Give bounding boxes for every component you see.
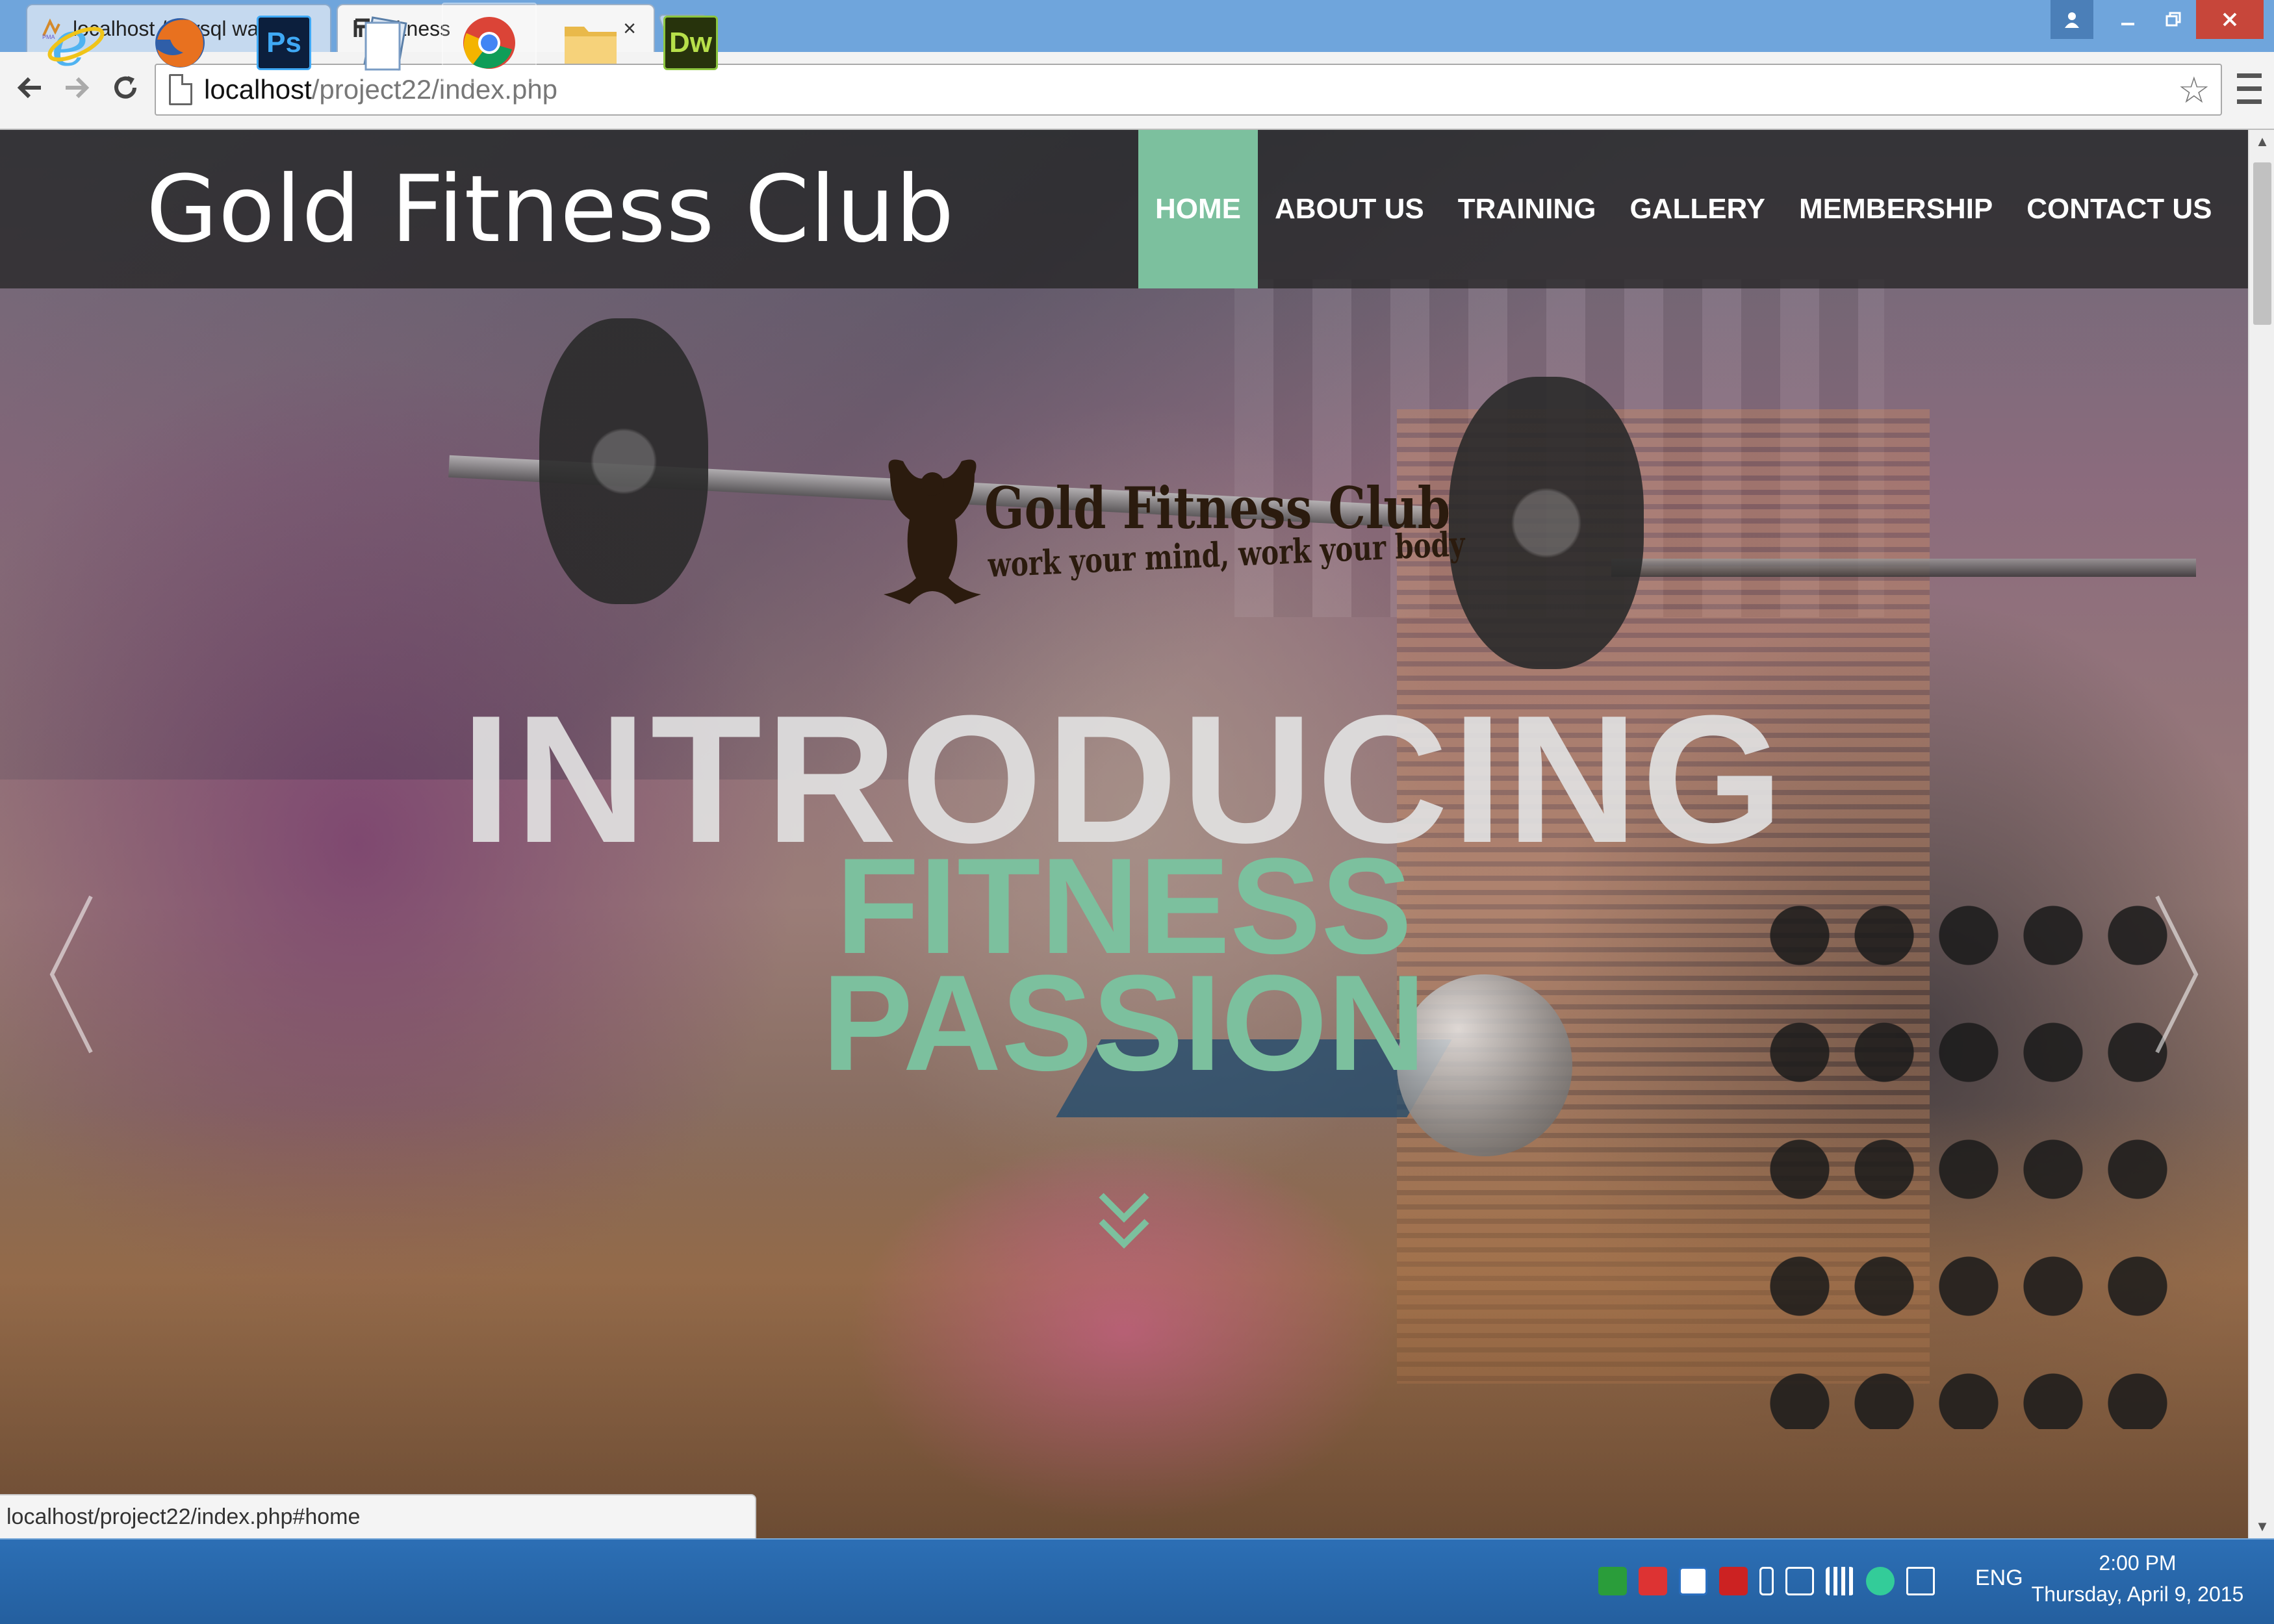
hero-barbell-right [1611,559,2196,577]
tray-app-icon[interactable] [1598,1567,1627,1595]
language-indicator[interactable]: ENG [1975,1566,2023,1591]
system-tray [1598,1538,1935,1624]
taskbar-photoshop[interactable]: Ps [236,3,331,83]
chrome-menu-button[interactable] [2232,69,2266,108]
site-header: Gold Fitness Club HOME ABOUT US TRAINING… [0,130,2248,288]
internet-explorer-icon: e [47,12,105,74]
scroll-down-arrow-icon[interactable]: ▼ [2249,1515,2274,1538]
taskbar-clock[interactable]: 2:00 PM Thursday, April 9, 2015 [2027,1547,2248,1610]
vertical-scrollbar[interactable]: ▲ ▼ [2248,130,2274,1538]
hero-subtitle-line2: PASSION [822,946,1426,1099]
flag-icon[interactable] [1785,1567,1814,1595]
status-bar-url: localhost/project22/index.php#home [0,1494,756,1538]
close-icon [2223,12,2237,27]
page-viewport: Gold Fitness Club HOME ABOUT US TRAINING… [0,130,2248,1538]
folder-icon [565,27,617,64]
hero-weight-plate [539,318,708,604]
clock-time: 2:00 PM [2099,1551,2177,1575]
tray-acrobat-icon[interactable] [1639,1567,1667,1595]
site-nav: HOME ABOUT US TRAINING GALLERY MEMBERSHI… [1138,130,2229,288]
restore-icon [2165,12,2181,27]
restore-button[interactable] [2152,0,2195,39]
scroll-up-arrow-icon[interactable]: ▲ [2249,130,2274,153]
nav-gallery[interactable]: GALLERY [1613,130,1782,288]
nav-membership[interactable]: MEMBERSHIP [1782,130,2010,288]
dreamweaver-icon: Dw [663,16,718,70]
menu-bar [2237,99,2262,104]
scroll-down-chevron-icon[interactable] [1092,1189,1156,1260]
battery-icon[interactable] [1759,1567,1774,1595]
user-icon [2065,12,2079,28]
hero-weight-plate [1449,377,1644,669]
nav-training[interactable]: TRAINING [1441,130,1613,288]
taskbar-notepad[interactable] [338,3,433,83]
taskbar-chrome[interactable] [442,3,537,83]
signal-icon[interactable] [1826,1567,1854,1595]
screen: PMA localhost / mysql wampse × Fitness × [0,0,2274,1624]
menu-bar [2237,86,2262,91]
bodybuilder-logo-icon [884,459,981,604]
chrome-icon [463,17,515,69]
firefox-icon [155,18,205,68]
close-window-button[interactable] [2196,0,2264,39]
nav-home[interactable]: HOME [1138,130,1258,288]
photoshop-icon: Ps [257,16,311,70]
nav-contact-us[interactable]: CONTACT US [2010,130,2229,288]
nav-about-us[interactable]: ABOUT US [1258,130,1441,288]
clock-date: Thursday, April 9, 2015 [2031,1582,2244,1606]
notepad-icon [363,16,407,71]
user-profile-button[interactable] [2050,0,2093,39]
tray-adobe-icon[interactable] [1719,1567,1748,1595]
carousel-next-chevron-icon[interactable] [2144,890,2209,1059]
volume-muted-icon[interactable] [1906,1567,1935,1595]
update-icon[interactable] [1866,1567,1895,1595]
minimize-button[interactable] [2105,0,2151,39]
taskbar-dreamweaver[interactable]: Dw [643,3,738,83]
taskbar-firefox[interactable] [133,3,227,83]
tray-network-icon[interactable] [1679,1567,1707,1595]
menu-bar [2237,73,2262,78]
taskbar-internet-explorer[interactable]: e [29,3,123,83]
bookmark-star-icon[interactable]: ☆ [2178,69,2210,112]
taskbar-file-explorer[interactable] [543,3,638,83]
minimize-icon [2121,23,2134,25]
scrollbar-thumb[interactable] [2253,162,2271,325]
carousel-prev-chevron-icon[interactable] [39,890,104,1059]
site-logo[interactable]: Gold Fitness Club [146,164,954,256]
